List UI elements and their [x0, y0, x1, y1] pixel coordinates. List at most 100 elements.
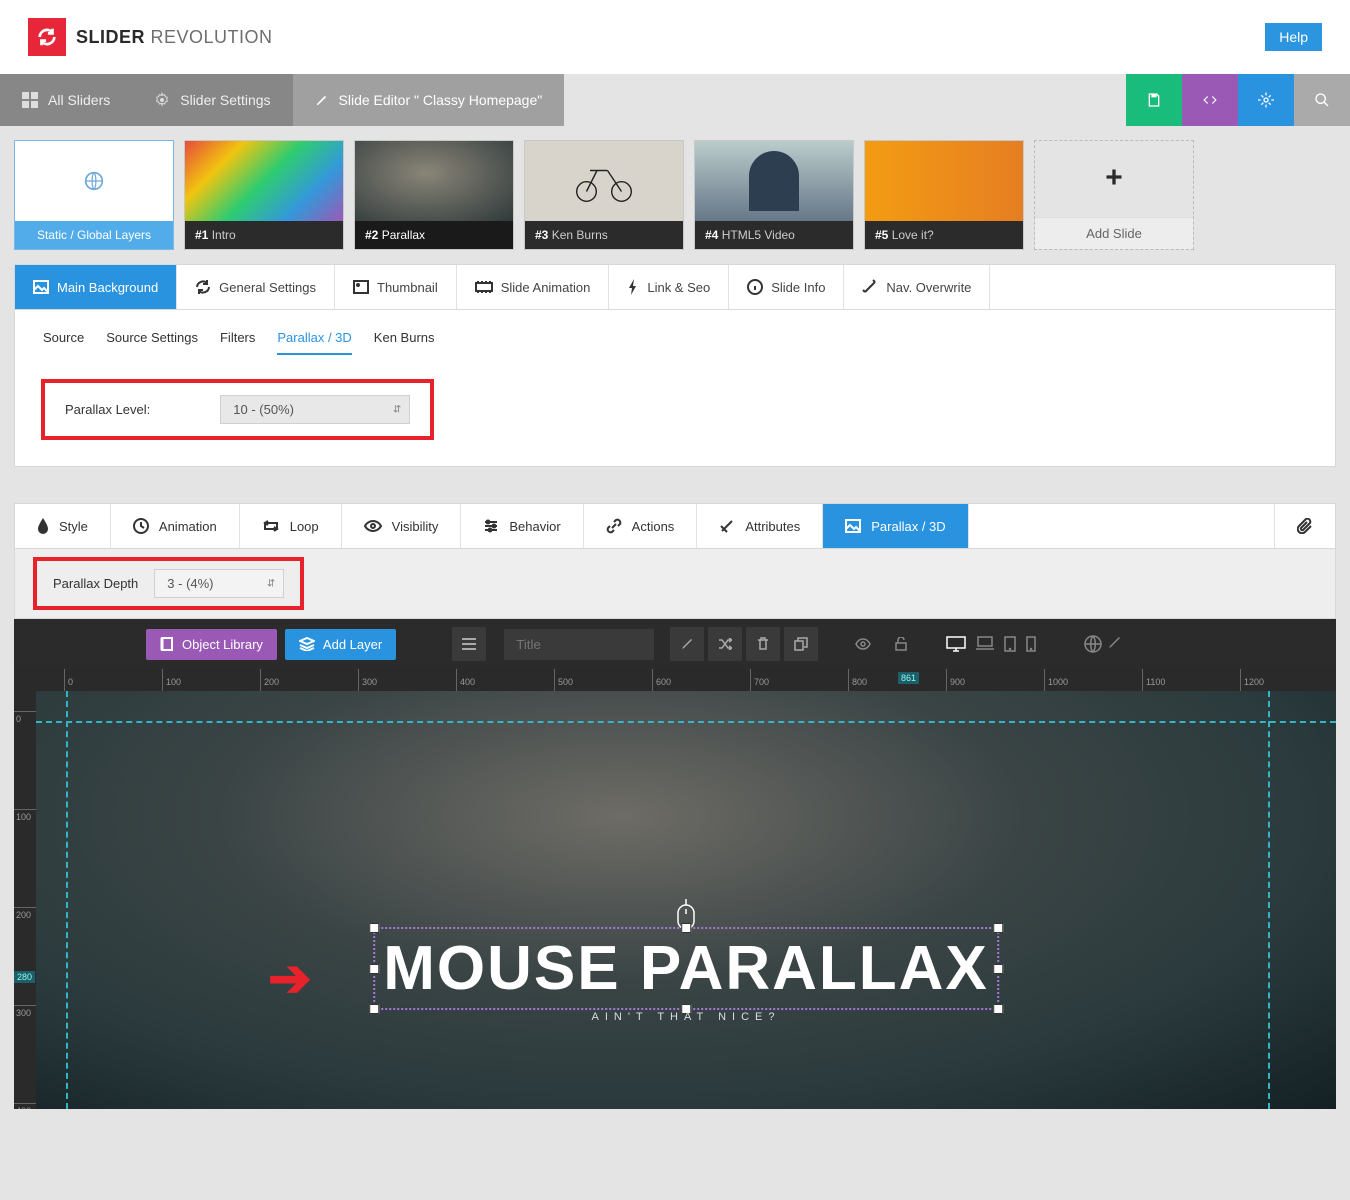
visibility-toggle[interactable] — [846, 627, 880, 661]
lock-toggle[interactable] — [884, 627, 918, 661]
parallax-depth-row: Parallax Depth 3 - (4%) — [14, 549, 1336, 619]
parallax-depth-label: Parallax Depth — [53, 576, 138, 591]
slide-4[interactable]: #4 HTML5 Video — [694, 140, 854, 250]
stage[interactable]: MOUSE PARALLAX AIN'T THAT NICE? ➔ — [36, 691, 1336, 1109]
menu-icon[interactable] — [452, 627, 486, 661]
device-icons — [946, 636, 1036, 652]
subheadline-text: AIN'T THAT NICE? — [592, 1011, 781, 1023]
tab-slide-info[interactable]: Slide Info — [729, 265, 844, 309]
headline-text: MOUSE PARALLAX — [383, 933, 989, 1004]
ltab-attributes[interactable]: Attributes — [697, 504, 823, 548]
tab-slide-animation[interactable]: Slide Animation — [457, 265, 610, 309]
tablet-icon[interactable] — [1004, 636, 1016, 652]
globe-icon — [84, 171, 104, 191]
subtab-source-settings[interactable]: Source Settings — [106, 330, 198, 355]
subtab-parallax[interactable]: Parallax / 3D — [277, 330, 351, 355]
book-icon — [160, 637, 174, 651]
ltab-actions[interactable]: Actions — [584, 504, 698, 548]
help-button[interactable]: Help — [1265, 23, 1322, 51]
tab-nav-overwrite[interactable]: Nav. Overwrite — [844, 265, 990, 309]
parallax-level-select[interactable]: 10 - (50%) — [220, 395, 410, 424]
nav-editor-label: Slide Editor " Classy Homepage" — [339, 92, 543, 108]
settings-button[interactable] — [1238, 74, 1294, 126]
add-slide-button[interactable]: Add Slide — [1034, 140, 1194, 250]
grid-icon — [22, 92, 38, 108]
parallax-level-label: Parallax Level: — [65, 402, 150, 417]
desktop-icon[interactable] — [946, 636, 966, 652]
ltab-visibility[interactable]: Visibility — [342, 504, 462, 548]
ltab-attach[interactable] — [1274, 504, 1335, 548]
logo — [28, 18, 66, 56]
title-input[interactable] — [504, 629, 654, 660]
nav-settings-label: Slider Settings — [180, 92, 270, 108]
globe-tool-icon[interactable] — [1084, 635, 1102, 653]
tools-icon — [719, 518, 735, 534]
slide-static-label: Static / Global Layers — [15, 221, 173, 249]
search-button[interactable] — [1294, 74, 1350, 126]
slide-1[interactable]: #1 Intro — [184, 140, 344, 250]
loop-icon — [262, 519, 280, 533]
bolt-icon — [627, 279, 639, 295]
info-icon — [747, 279, 763, 295]
ruler-marker-x: 861 — [898, 672, 919, 684]
subtab-filters[interactable]: Filters — [220, 330, 255, 355]
subtab-kenburns[interactable]: Ken Burns — [374, 330, 435, 355]
ltab-behavior[interactable]: Behavior — [461, 504, 583, 548]
slide-2[interactable]: #2 Parallax — [354, 140, 514, 250]
object-library-button[interactable]: Object Library — [146, 629, 277, 660]
parallax-depth-select[interactable]: 3 - (4%) — [154, 569, 284, 598]
slide-static[interactable]: Static / Global Layers — [14, 140, 174, 250]
annotation-arrow: ➔ — [268, 949, 312, 1009]
eye-icon — [364, 520, 382, 532]
paperclip-icon — [1297, 518, 1313, 534]
editor-canvas[interactable]: 861 010020030040050060070080090010001100… — [14, 669, 1336, 1109]
copy-icon[interactable] — [784, 627, 818, 661]
tab-main-background[interactable]: Main Background — [15, 265, 177, 309]
tab-thumbnail[interactable]: Thumbnail — [335, 265, 457, 309]
ltab-animation[interactable]: Animation — [111, 504, 240, 548]
tab-general-settings[interactable]: General Settings — [177, 265, 335, 309]
add-layer-button[interactable]: Add Layer — [285, 629, 396, 660]
top-bar: SLIDER REVOLUTION Help — [0, 0, 1350, 74]
slide-5[interactable]: #5 Love it? — [864, 140, 1024, 250]
thumb-icon — [353, 280, 369, 294]
layer-tabs: Style Animation Loop Visibility Behavior… — [14, 503, 1336, 549]
ruler-marker-y: 280 — [14, 971, 35, 983]
image-icon — [33, 280, 49, 294]
wand-icon — [862, 279, 878, 295]
pencil-icon — [315, 93, 329, 107]
nav-all-label: All Sliders — [48, 92, 110, 108]
refresh-icon — [195, 279, 211, 295]
nav-slider-settings[interactable]: Slider Settings — [132, 74, 292, 126]
pen-tool-icon[interactable] — [1108, 635, 1122, 653]
shuffle-icon[interactable] — [708, 627, 742, 661]
drop-icon — [37, 518, 49, 534]
edit-icon[interactable] — [670, 627, 704, 661]
ltab-parallax[interactable]: Parallax / 3D — [823, 504, 968, 548]
ltab-loop[interactable]: Loop — [240, 504, 342, 548]
sliders-icon — [483, 519, 499, 533]
gear-icon — [154, 92, 170, 108]
film-icon — [475, 280, 493, 294]
subtab-source[interactable]: Source — [43, 330, 84, 355]
add-slide-label: Add Slide — [1035, 217, 1193, 249]
nav-all-sliders[interactable]: All Sliders — [0, 74, 132, 126]
plus-icon — [1104, 167, 1124, 187]
parallax-level-highlight: Parallax Level: 10 - (50%) — [41, 379, 434, 440]
selected-layer[interactable]: MOUSE PARALLAX — [373, 927, 999, 1010]
tab-link-seo[interactable]: Link & Seo — [609, 265, 729, 309]
nav-slide-editor[interactable]: Slide Editor " Classy Homepage" — [293, 74, 565, 126]
laptop-icon[interactable] — [976, 636, 994, 652]
layers-icon — [299, 637, 315, 651]
clock-icon — [133, 518, 149, 534]
embed-button[interactable] — [1182, 74, 1238, 126]
phone-icon[interactable] — [1026, 636, 1036, 652]
save-button[interactable] — [1126, 74, 1182, 126]
parallax-depth-highlight: Parallax Depth 3 - (4%) — [33, 557, 304, 610]
slide-settings-panel: Main Background General Settings Thumbna… — [14, 264, 1336, 467]
ltab-style[interactable]: Style — [15, 504, 111, 548]
brand-title: SLIDER REVOLUTION — [76, 27, 273, 48]
ruler-horizontal: 861 010020030040050060070080090010001100… — [14, 669, 1336, 691]
slide-3[interactable]: #3 Ken Burns — [524, 140, 684, 250]
trash-icon[interactable] — [746, 627, 780, 661]
